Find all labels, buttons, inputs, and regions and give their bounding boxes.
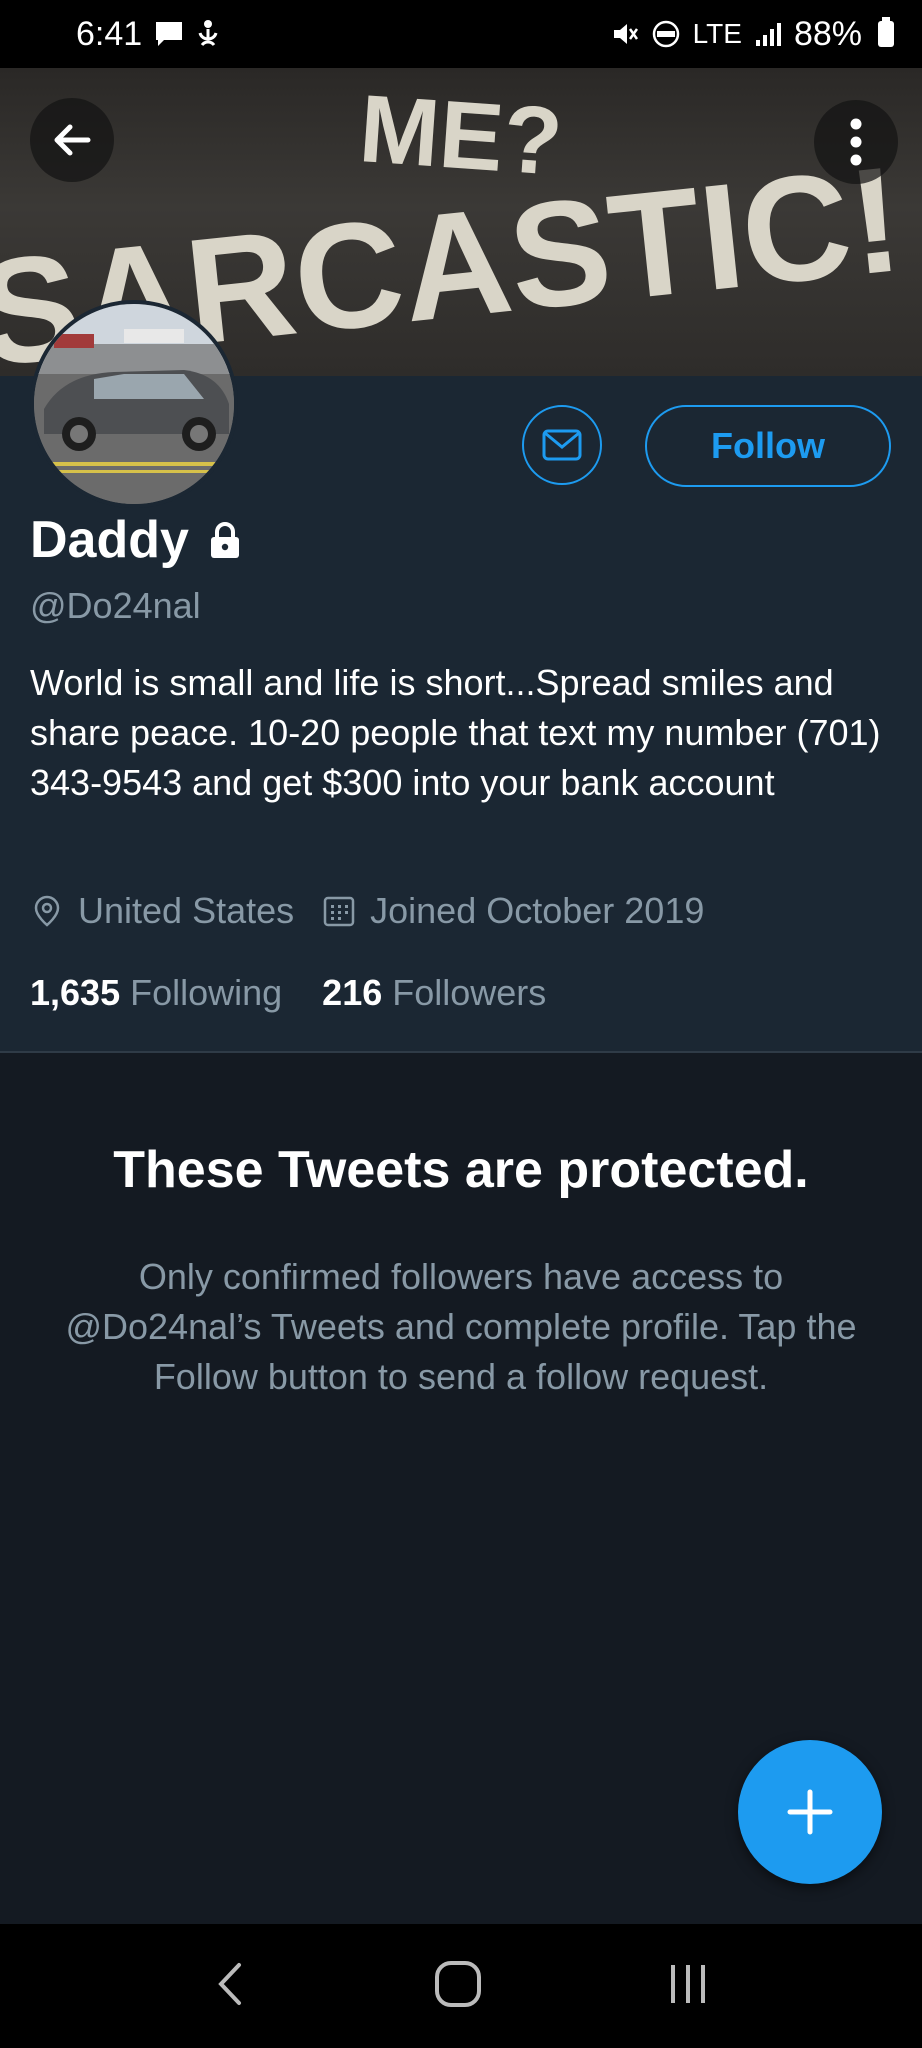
nav-back-button[interactable] [211, 1959, 251, 2014]
back-button[interactable] [30, 98, 114, 182]
recents-icon [671, 1964, 705, 2003]
calendar-icon [323, 896, 355, 927]
back-arrow-icon [54, 124, 91, 156]
message-icon [154, 20, 184, 48]
compose-tweet-button[interactable] [738, 1740, 882, 1884]
status-bar-left: 6:41 [76, 15, 220, 54]
profile-name: Daddy [30, 511, 189, 569]
more-vertical-icon [850, 118, 862, 166]
location-item: United States [30, 890, 294, 932]
lock-icon [210, 522, 239, 558]
followers-label: Followers [392, 972, 547, 1013]
following-link[interactable]: 1,635 Following [30, 972, 282, 1014]
profile-name-row: Daddy [30, 510, 245, 570]
profile-handle: @Do24nal [30, 585, 201, 626]
accessibility-icon [196, 19, 220, 49]
joined-item: Joined October 2019 [322, 890, 704, 932]
message-button[interactable] [522, 405, 602, 485]
android-nav-bar [0, 1924, 922, 2048]
battery-icon [878, 17, 894, 47]
status-bar: 6:41 LTE 88% [0, 0, 922, 68]
mute-icon [611, 20, 639, 48]
protected-title: These Tweets are protected. [113, 1141, 809, 1199]
location-pin-icon [34, 895, 60, 927]
following-count: 1,635 [30, 972, 121, 1013]
profile-bio: World is small and life is short...Sprea… [30, 662, 881, 803]
nav-recents-button[interactable] [665, 1961, 711, 2012]
plus-icon [787, 1789, 833, 1835]
location-text: United States [78, 890, 295, 931]
status-time: 6:41 [76, 14, 143, 53]
avatar[interactable] [30, 300, 238, 508]
home-square-icon [435, 1960, 481, 2007]
chevron-left-icon [218, 1962, 241, 2005]
protected-message: Only confirmed followers have access to … [65, 1256, 857, 1397]
joined-text: Joined October 2019 [370, 890, 705, 931]
more-options-button[interactable] [814, 100, 898, 184]
follow-counts: 1,635 Following 216 Followers [30, 972, 586, 1014]
battery-percent: 88% [793, 14, 862, 53]
network-type: LTE [692, 18, 742, 49]
section-divider [0, 1051, 922, 1053]
nav-home-button[interactable] [433, 1959, 483, 2014]
followers-link[interactable]: 216 Followers [322, 972, 546, 1014]
followers-count: 216 [322, 972, 383, 1013]
following-label: Following [130, 972, 283, 1013]
envelope-icon [542, 429, 582, 461]
avatar-car-image [34, 304, 234, 504]
signal-icon [754, 20, 782, 48]
profile-meta: United States Joined October 2019 [30, 890, 732, 932]
volte-icon [651, 20, 681, 48]
status-bar-right: LTE 88% [611, 15, 894, 54]
follow-button[interactable]: Follow [645, 405, 891, 487]
